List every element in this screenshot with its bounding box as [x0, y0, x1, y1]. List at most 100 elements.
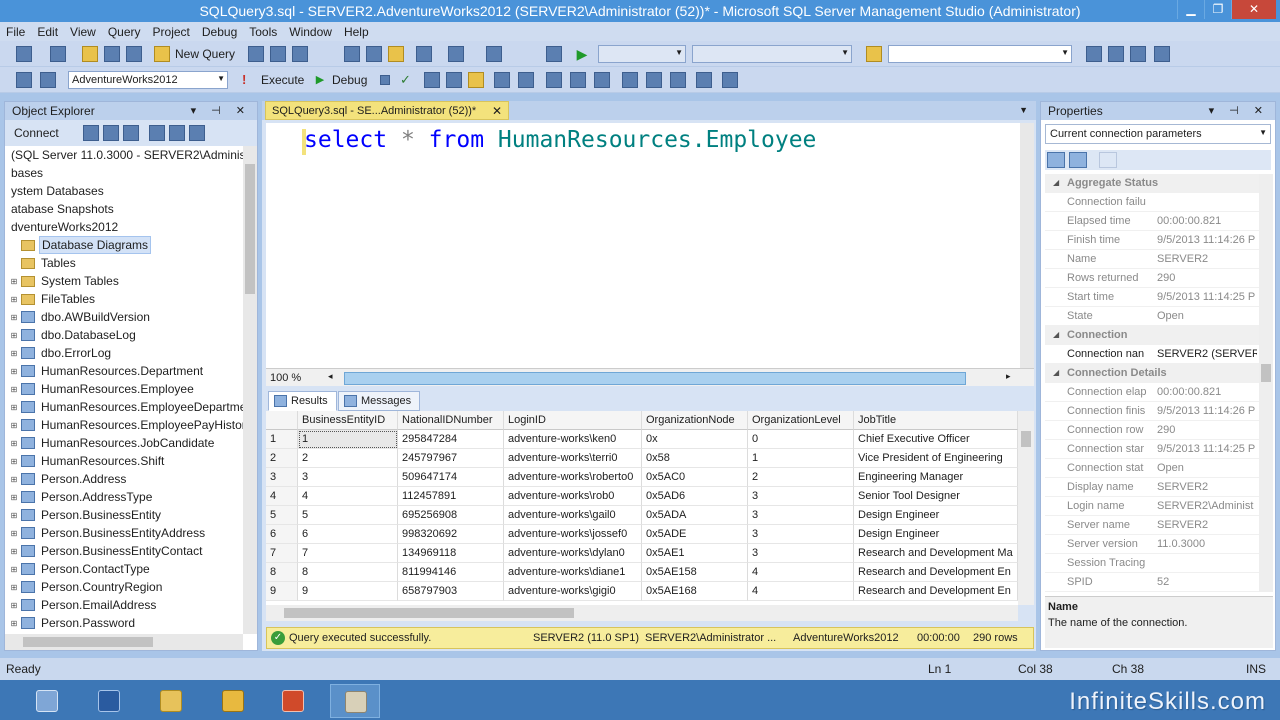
menu-tools[interactable]: Tools	[243, 22, 283, 41]
grid-cell[interactable]: 2	[298, 449, 398, 468]
tree-node[interactable]: ⊞ Person.ContactType	[9, 560, 152, 578]
tree-node[interactable]: atabase Snapshots	[9, 200, 116, 218]
grid-cell[interactable]: 7	[298, 544, 398, 563]
menu-view[interactable]: View	[64, 22, 102, 41]
grid-cell[interactable]: 4	[748, 582, 854, 601]
property-row[interactable]: Connection finis 9/5/2013 11:14:26 P	[1045, 402, 1259, 421]
parse-icon[interactable]: ✓	[400, 72, 416, 88]
grid-cell[interactable]: adventure-works\ken0	[504, 430, 642, 449]
tree-node[interactable]: ⊞ Person.BusinessEntityAddress	[9, 524, 207, 542]
grid-cell[interactable]: 695256908	[398, 506, 504, 525]
collapse-icon[interactable]: ◢	[1053, 330, 1059, 339]
filter-icon[interactable]	[149, 125, 165, 141]
tree-node[interactable]: ⊞ Person.CountryRegion	[9, 578, 164, 596]
grid-cell[interactable]: adventure-works\terri0	[504, 449, 642, 468]
execute-button[interactable]: Execute	[261, 73, 304, 87]
taskbar-powershell[interactable]	[84, 684, 134, 718]
column-header[interactable]: OrganizationLevel	[748, 411, 854, 430]
property-row[interactable]: Finish time 9/5/2013 11:14:26 P	[1045, 231, 1259, 250]
platform-combo[interactable]: ▼	[692, 45, 852, 63]
property-row[interactable]: Connection elap 00:00:00.821	[1045, 383, 1259, 402]
navigate-icon[interactable]	[486, 46, 502, 62]
menu-project[interactable]: Project	[147, 22, 196, 41]
grid-cell[interactable]: 0x5AC0	[642, 468, 748, 487]
expand-icon[interactable]: ⊞	[9, 601, 19, 610]
column-header[interactable]: JobTitle	[854, 411, 1018, 430]
grid-cell[interactable]: adventure-works\diane1	[504, 563, 642, 582]
grid-cell[interactable]: 0x5AD6	[642, 487, 748, 506]
new-query-button[interactable]: New Query	[175, 47, 235, 61]
taskbar-powerpoint[interactable]	[268, 684, 318, 718]
taskbar-ssms[interactable]	[330, 684, 380, 718]
collapse-icon[interactable]: ◢	[1053, 368, 1059, 377]
close-button[interactable]: ✕	[1231, 0, 1276, 19]
grid-cell[interactable]: 811994146	[398, 563, 504, 582]
connect-button[interactable]: Connect	[14, 126, 59, 140]
grid-cell[interactable]: 3	[748, 525, 854, 544]
property-row[interactable]: Session Tracing	[1045, 554, 1259, 573]
connect-engine-icon[interactable]	[83, 125, 99, 141]
row-number[interactable]: 6	[266, 525, 298, 544]
grid-cell[interactable]: 112457891	[398, 487, 504, 506]
cut-icon[interactable]	[344, 46, 360, 62]
tree-node[interactable]: ⊞ HumanResources.Employee	[9, 380, 196, 398]
tree-node[interactable]: ⊞ System Tables	[9, 272, 121, 290]
tree-node[interactable]: ⊞ HumanResources.EmployeePayHistor	[9, 416, 243, 434]
grid-cell[interactable]: 0	[748, 430, 854, 449]
row-number[interactable]: 2	[266, 449, 298, 468]
scroll-left-icon[interactable]: ◂	[328, 371, 333, 382]
grid-cell[interactable]: 1	[748, 449, 854, 468]
grid-cell[interactable]: 3	[298, 468, 398, 487]
menu-window[interactable]: Window	[283, 22, 338, 41]
property-category[interactable]: ◢ Connection Details	[1045, 364, 1259, 383]
property-category[interactable]: ◢ Connection	[1045, 326, 1259, 345]
uncomment-icon[interactable]	[622, 72, 638, 88]
tree-node[interactable]: ystem Databases	[9, 182, 106, 200]
panel-controls[interactable]: ▾ ⊣ ✕	[191, 104, 251, 117]
tree-node[interactable]: ⊞ Person.EmailAddress	[9, 596, 158, 614]
expand-icon[interactable]: ⊞	[9, 565, 19, 574]
client-statistics-icon[interactable]	[494, 72, 510, 88]
taskbar-server-manager[interactable]	[22, 684, 72, 718]
disconnect-icon[interactable]	[103, 125, 119, 141]
toolbar-options-icon[interactable]	[722, 72, 738, 88]
grid-cell[interactable]: Research and Development Ma	[854, 544, 1018, 563]
expand-icon[interactable]: ⊞	[9, 385, 19, 394]
expand-icon[interactable]: ⊞	[9, 583, 19, 592]
oe-horizontal-scrollbar[interactable]	[5, 634, 243, 650]
tree-node[interactable]: dventureWorks2012	[9, 218, 120, 236]
grid-cell[interactable]: adventure-works\gigi0	[504, 582, 642, 601]
taskbar-app-4[interactable]	[208, 684, 258, 718]
property-row[interactable]: Display name SERVER2	[1045, 478, 1259, 497]
query-editor[interactable]: select * from HumanResources.Employee	[266, 123, 1020, 368]
paste-icon[interactable]	[388, 46, 404, 62]
tab-results[interactable]: Results	[268, 391, 337, 411]
query-designer-icon[interactable]	[446, 72, 462, 88]
new-query-icon[interactable]	[154, 46, 170, 62]
collapse-icon[interactable]: ◢	[1053, 178, 1059, 187]
code-line-1[interactable]: select * from HumanResources.Employee	[304, 127, 816, 153]
property-category[interactable]: ◢ Aggregate Status	[1045, 174, 1259, 193]
find-combo[interactable]: ▼	[888, 45, 1072, 63]
save-icon[interactable]	[104, 46, 120, 62]
properties-vertical-thumb[interactable]	[1261, 364, 1271, 382]
oe-vertical-scrollbar[interactable]	[243, 146, 257, 634]
grid-cell[interactable]: 0x5AE1	[642, 544, 748, 563]
grid-cell[interactable]: 0x5AE158	[642, 563, 748, 582]
menu-help[interactable]: Help	[338, 22, 375, 41]
expand-icon[interactable]: ⊞	[9, 403, 19, 412]
column-header[interactable]: OrganizationNode	[642, 411, 748, 430]
properties-window-icon[interactable]	[1154, 46, 1170, 62]
grid-cell[interactable]: 0x5ADA	[642, 506, 748, 525]
tree-node[interactable]: ⊞ HumanResources.Department	[9, 362, 205, 380]
grid-cell[interactable]: Research and Development En	[854, 582, 1018, 601]
grid-cell[interactable]: 509647174	[398, 468, 504, 487]
categorized-icon[interactable]	[1047, 152, 1065, 168]
tree-node[interactable]: ⊞ HumanResources.Shift	[9, 452, 166, 470]
minimize-button[interactable]: ▁	[1177, 0, 1204, 19]
column-header[interactable]: BusinessEntityID	[298, 411, 398, 430]
row-number[interactable]: 4	[266, 487, 298, 506]
refresh-icon[interactable]	[169, 125, 185, 141]
decrease-indent-icon[interactable]	[646, 72, 662, 88]
expand-icon[interactable]: ⊞	[9, 493, 19, 502]
